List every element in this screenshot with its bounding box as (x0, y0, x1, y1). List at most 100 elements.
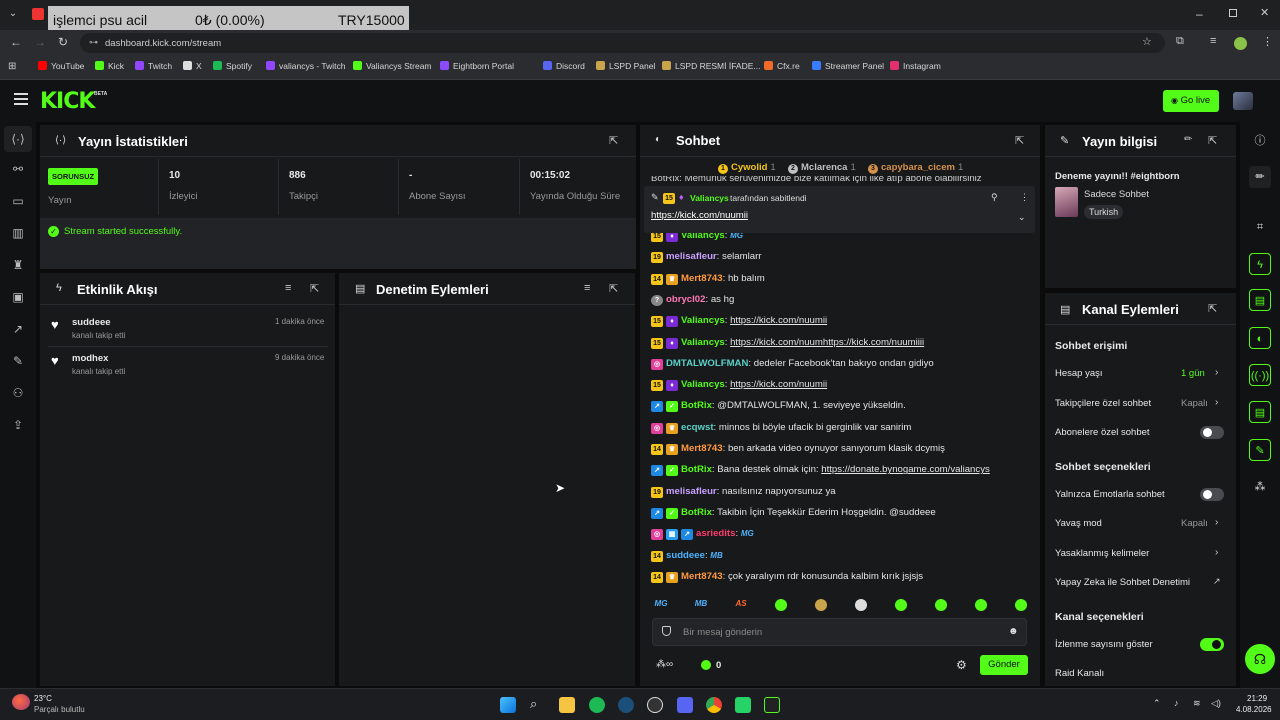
activity-user[interactable]: modhex (72, 353, 108, 364)
chat-input-placeholder[interactable]: Bir mesaj gönderin (683, 627, 762, 638)
hamburger-menu-icon[interactable] (14, 93, 28, 105)
site-info-icon[interactable]: ⊶ (89, 37, 98, 48)
popout-icon[interactable]: ⇱ (1208, 302, 1217, 315)
chat-message[interactable]: 15 ♦ Valiancys: https://kick.com/nuumii (651, 379, 827, 392)
expand-pinned-icon[interactable]: ⌄ (1018, 212, 1026, 223)
show-viewers-toggle[interactable] (1200, 638, 1224, 651)
spotify-icon[interactable] (589, 697, 605, 713)
subs-only-toggle[interactable] (1200, 426, 1224, 439)
chat-message[interactable]: ◎ ▦ ↗ asriedits: MG (651, 528, 754, 541)
bookmark-item[interactable]: X (183, 61, 202, 71)
media-library-icon[interactable]: ▣ (11, 290, 25, 304)
maximize-icon[interactable] (1229, 9, 1237, 17)
wrench-icon[interactable]: ✎ (11, 354, 25, 368)
popout-icon[interactable]: ⇱ (609, 134, 618, 147)
emote-option[interactable] (815, 599, 827, 611)
chat-link[interactable]: https://kick.com/nuumii (730, 379, 827, 390)
info-icon[interactable]: ⓘ (1249, 130, 1271, 152)
emote-option[interactable] (855, 599, 867, 611)
chat-message[interactable]: ? obrycl02: as hg (651, 294, 734, 306)
chat-username[interactable]: Mert8743 (681, 273, 723, 284)
chat-username[interactable]: Valiancys (681, 315, 725, 326)
popout-icon[interactable]: ⇱ (1015, 134, 1024, 147)
pinned-more-icon[interactable]: ⋮ (1020, 192, 1029, 203)
forward-icon[interactable]: → (34, 35, 46, 49)
apps-grid-icon[interactable]: ⊞ (8, 61, 16, 72)
stream-signal-icon[interactable]: ⟨·⟩ (11, 132, 25, 146)
extensions-icon[interactable]: ⧉ (1176, 35, 1184, 48)
emote-option[interactable] (895, 599, 907, 611)
popout-icon[interactable]: ⇱ (1208, 134, 1217, 147)
server-icon[interactable]: ▤ (1249, 401, 1271, 423)
slow-mode-value[interactable]: Kapalı (1181, 518, 1208, 529)
bookmark-item[interactable]: Eightborn Portal (440, 61, 514, 71)
chevron-right-icon[interactable]: › (1215, 397, 1218, 408)
url-field[interactable] (80, 33, 1165, 53)
external-link-icon[interactable]: ↗ (1213, 576, 1221, 587)
bookmark-item[interactable]: LSPD Panel (596, 61, 655, 71)
ai-moderation-label[interactable]: Yapay Zeka ile Sohbet Denetimi (1055, 577, 1190, 588)
chat-message[interactable]: 14 ♛ Mert8743: çok yaralıyım rdr konusunda… (651, 571, 923, 583)
mic-tray-icon[interactable]: ♪ (1174, 698, 1179, 708)
slow-mode-label[interactable]: Yavaş mod (1055, 518, 1102, 529)
steam-icon[interactable] (618, 697, 634, 713)
window-icon[interactable]: ▭ (11, 194, 25, 208)
top-gifter[interactable]: 1 Cywolid 1 (718, 162, 776, 174)
volume-icon[interactable]: ◁) (1211, 698, 1221, 709)
chat-username[interactable]: Valiancys (681, 337, 725, 348)
bookmark-item[interactable]: valiancys - Twitch (266, 61, 345, 71)
obs-icon[interactable] (647, 697, 663, 713)
emote-only-toggle[interactable] (1200, 488, 1224, 501)
chat-username[interactable]: melisafleur (666, 486, 717, 497)
chat-username[interactable]: obrycl02 (666, 294, 705, 305)
bookmark-item[interactable]: Valiancys Stream (353, 61, 432, 71)
chat-username[interactable]: suddeee (666, 550, 705, 561)
reload-icon[interactable]: ↻ (58, 35, 68, 49)
bookmark-item[interactable]: Cfx.re (764, 61, 800, 71)
chat-username[interactable]: ecqwst (681, 422, 714, 433)
emote-option[interactable]: MG (653, 599, 669, 611)
popout-icon[interactable]: ⇱ (310, 282, 319, 295)
top-gifter[interactable]: 2 Mclarenca 1 (788, 162, 856, 174)
chat-settings-gear-icon[interactable]: ⚙ (956, 658, 967, 672)
raid-channel-label[interactable]: Raid Kanalı (1055, 668, 1104, 679)
search-icon[interactable]: ⌕ (530, 696, 537, 712)
popout-icon[interactable]: ⇱ (609, 282, 618, 295)
chat-link[interactable]: https://kick.com/nuumhttps://kick.com/nu… (730, 337, 924, 348)
chat-message[interactable]: ↗ ✓ BotRix: Bana destek olmak için: https:… (651, 464, 990, 477)
document-icon[interactable]: ▤ (1249, 289, 1271, 311)
chat-username[interactable]: BotRix (681, 507, 712, 518)
chevron-right-icon[interactable]: › (1215, 517, 1218, 528)
edit-pencil-icon[interactable]: ✏ (1184, 134, 1192, 145)
chat-username[interactable]: asriedits (696, 528, 735, 539)
chat-message[interactable]: 19 melisafleur: selamlarr (651, 251, 761, 264)
link-icon[interactable]: ⚯ (11, 162, 25, 176)
pinned-link[interactable]: https://kick.com/nuumii (651, 210, 748, 221)
activity-user[interactable]: suddeee (72, 317, 111, 328)
top-gifter[interactable]: 3 capybara_cicem 1 (868, 162, 963, 174)
support-headset-icon[interactable]: ☊ (1245, 644, 1275, 674)
media-icon[interactable]: ≡ (1210, 35, 1216, 47)
bookmark-item[interactable]: LSPD RESMİ İFADE... (662, 61, 761, 71)
upload-icon[interactable]: ⇪ (11, 418, 25, 432)
bookmark-star-icon[interactable]: ☆ (1142, 35, 1152, 48)
chevron-right-icon[interactable]: › (1215, 547, 1218, 558)
chat-username[interactable]: Valiancys (681, 379, 725, 390)
chat-message[interactable]: ↗ ✓ BotRix: Takibin İçin Teşekkür Ederim H… (651, 507, 936, 519)
bookmark-item[interactable]: Kick (95, 61, 124, 71)
bookmark-item[interactable]: Discord (543, 61, 585, 71)
followers-only-value[interactable]: Kapalı (1181, 398, 1208, 409)
wrench-icon[interactable]: ✎ (1249, 439, 1271, 461)
start-windows-icon[interactable] (500, 697, 516, 713)
chat-message[interactable]: 15 ♦ Valiancys: https://kick.com/nuumhttps… (651, 337, 924, 349)
chat-username[interactable]: BotRix (681, 464, 712, 475)
loyalty-infinity-icon[interactable]: ⁂∞ (656, 659, 673, 670)
send-button[interactable]: Gönder (980, 655, 1028, 675)
go-live-button[interactable]: ◉ Go live (1163, 90, 1219, 112)
chat-username[interactable]: Mert8743 (681, 571, 723, 582)
profile-avatar[interactable] (1234, 37, 1247, 50)
discord-icon[interactable] (677, 697, 693, 713)
chat-username[interactable]: BotRix (681, 400, 712, 411)
bookmark-item[interactable]: Spotify (213, 61, 252, 71)
kick-logo[interactable]: KICK (40, 89, 95, 114)
